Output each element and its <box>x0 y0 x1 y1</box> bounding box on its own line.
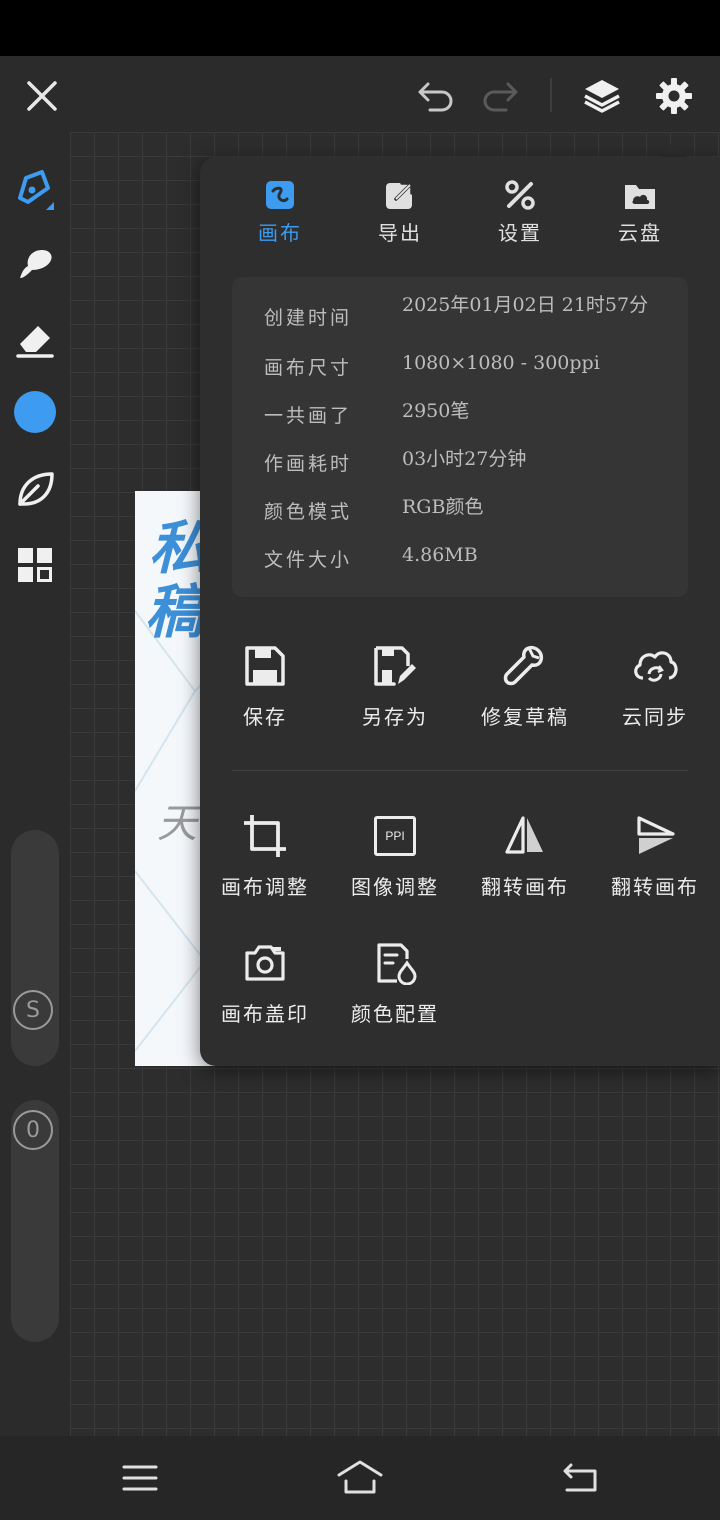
cloud-sync-button[interactable]: 云同步 <box>590 641 720 741</box>
info-row-file-size: 文件大小 4.86MB <box>264 544 684 573</box>
info-row-created: 创建时间 2025年01月02日 21时57分 <box>264 293 684 343</box>
close-icon[interactable] <box>20 74 64 118</box>
action-label: 翻转画布 <box>611 875 699 899</box>
info-row-color-mode: 颜色模式 RGB颜色 <box>264 496 684 525</box>
tools-icon <box>502 177 538 213</box>
flip-horizontal-icon <box>500 811 550 861</box>
save-as-button[interactable]: 另存为 <box>330 641 460 741</box>
canvas-icon <box>262 177 298 213</box>
tab-label: 导出 <box>378 221 422 245</box>
size-slider[interactable] <box>11 830 59 1066</box>
camera-icon <box>240 938 290 988</box>
info-label: 创建时间 <box>264 307 353 329</box>
repair-icon <box>500 641 550 691</box>
canvas-stamp-button[interactable]: 画布盖印 <box>200 938 330 1038</box>
cloud-drive-icon <box>622 177 658 213</box>
left-toolbar: S 0 <box>0 132 70 1436</box>
save-button[interactable]: 保存 <box>200 641 330 741</box>
home-icon[interactable] <box>334 1454 386 1500</box>
ppi-icon: PPI <box>370 811 420 861</box>
info-label: 画布尺寸 <box>264 357 353 379</box>
tab-label: 云盘 <box>618 221 662 245</box>
tab-cloud-drive[interactable]: 云盘 <box>590 177 690 247</box>
color-picker[interactable] <box>14 391 56 433</box>
size-slider-handle[interactable]: S <box>13 990 53 1030</box>
color-profile-icon <box>370 938 420 988</box>
info-value: 2950笔 <box>402 400 470 422</box>
ppi-badge: PPI <box>374 816 416 856</box>
info-row-size: 画布尺寸 1080×1080 - 300ppi <box>264 352 684 381</box>
action-label: 修复草稿 <box>481 705 569 729</box>
artwork-text: 天 <box>157 801 197 847</box>
gear-icon[interactable] <box>650 72 698 120</box>
info-row-strokes: 一共画了 2950笔 <box>264 400 684 429</box>
action-label: 保存 <box>243 705 287 729</box>
menu-icon[interactable] <box>116 1458 164 1498</box>
info-value: 4.86MB <box>402 544 478 566</box>
tab-label: 画布 <box>258 221 302 245</box>
action-label: 画布调整 <box>221 875 309 899</box>
canvas-settings-panel: 画布 导出 设置 云盘 创建时间 2025年01月02日 21时57分 画布尺寸… <box>200 157 720 1066</box>
action-label: 图像调整 <box>351 875 439 899</box>
flip-canvas-horizontal-button[interactable]: 翻转画布 <box>460 811 590 911</box>
toolbar-divider <box>550 78 552 112</box>
top-toolbar <box>0 56 720 132</box>
status-bar <box>0 0 720 56</box>
opacity-slider-label: 0 <box>26 1117 40 1143</box>
action-label: 云同步 <box>622 705 688 729</box>
info-value: 03小时27分钟 <box>402 448 527 470</box>
system-nav-bar <box>0 1436 720 1520</box>
action-label: 画布盖印 <box>221 1002 309 1026</box>
image-adjust-button[interactable]: PPI 图像调整 <box>330 811 460 911</box>
cloud-sync-icon <box>630 641 680 691</box>
leaf-icon[interactable] <box>10 464 60 514</box>
layers-icon[interactable] <box>578 72 626 120</box>
undo-icon[interactable] <box>414 74 458 118</box>
export-icon <box>382 177 418 213</box>
info-value: RGB颜色 <box>402 496 484 518</box>
tab-export[interactable]: 导出 <box>350 177 450 247</box>
flip-canvas-vertical-button[interactable]: 翻转画布 <box>590 811 720 911</box>
eraser-tool-icon[interactable] <box>10 314 60 364</box>
info-value: 2025年01月02日 21时57分 <box>402 294 649 316</box>
flip-vertical-icon <box>630 811 680 861</box>
redo-icon[interactable] <box>478 74 522 118</box>
info-value: 1080×1080 - 300ppi <box>402 352 600 374</box>
panel-divider <box>232 770 688 771</box>
opacity-slider-handle[interactable]: 0 <box>13 1110 53 1150</box>
info-label: 文件大小 <box>264 549 353 571</box>
save-icon <box>240 641 290 691</box>
canvas-adjust-button[interactable]: 画布调整 <box>200 811 330 911</box>
back-icon[interactable] <box>556 1458 604 1498</box>
repair-draft-button[interactable]: 修复草稿 <box>460 641 590 741</box>
save-as-icon <box>370 641 420 691</box>
info-row-duration: 作画耗时 03小时27分钟 <box>264 448 684 477</box>
panel-caret <box>660 140 688 158</box>
action-label: 另存为 <box>362 705 428 729</box>
brush-tool-icon[interactable] <box>10 162 60 212</box>
canvas-info-card: 创建时间 2025年01月02日 21时57分 画布尺寸 1080×1080 -… <box>232 277 688 597</box>
info-label: 作画耗时 <box>264 453 353 475</box>
tab-settings[interactable]: 设置 <box>470 177 570 247</box>
smudge-tool-icon[interactable] <box>10 238 60 288</box>
tab-canvas[interactable]: 画布 <box>230 177 330 247</box>
color-profile-button[interactable]: 颜色配置 <box>330 938 460 1038</box>
artwork-text: 稿 <box>145 578 204 646</box>
info-label: 一共画了 <box>264 405 353 427</box>
tab-label: 设置 <box>498 221 542 245</box>
size-slider-label: S <box>26 997 40 1023</box>
crop-icon <box>240 811 290 861</box>
action-label: 翻转画布 <box>481 875 569 899</box>
info-label: 颜色模式 <box>264 501 353 523</box>
gallery-grid-icon[interactable] <box>12 542 58 588</box>
action-label: 颜色配置 <box>351 1002 439 1026</box>
